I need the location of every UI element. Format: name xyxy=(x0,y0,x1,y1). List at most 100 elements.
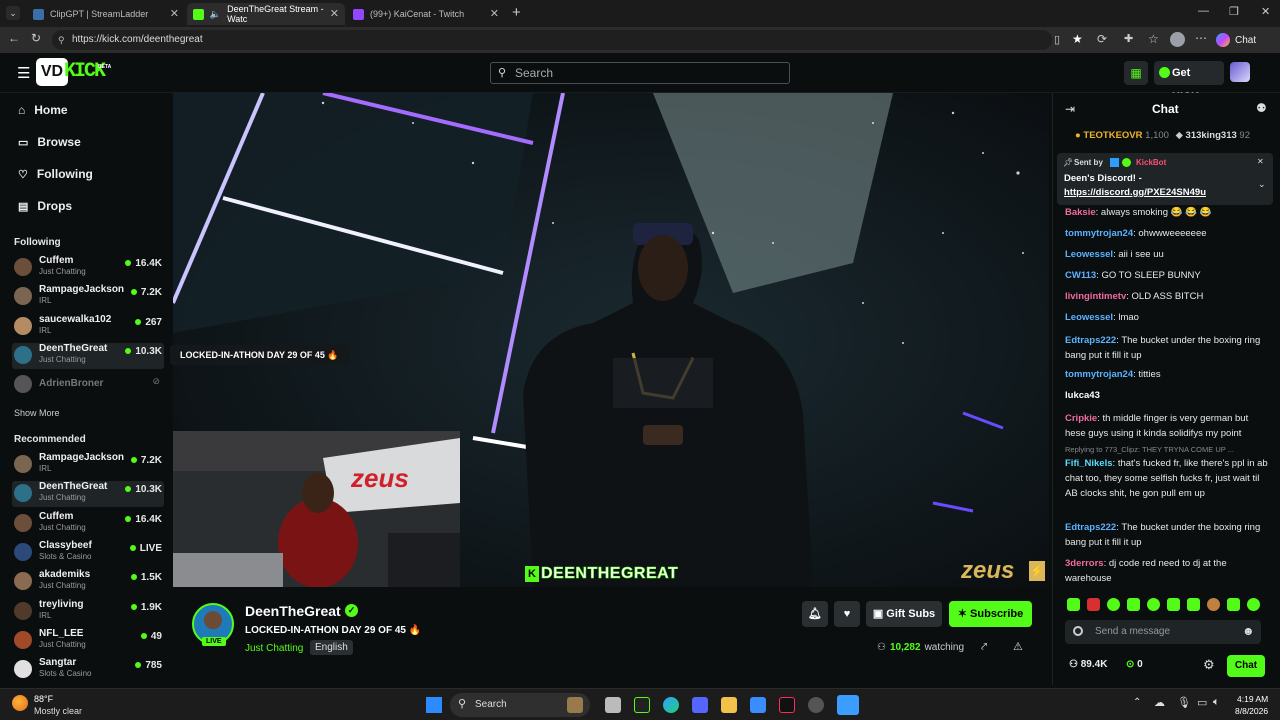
pinned-message[interactable]: 📌︎ Sent by KickBot ✕ Deen's Discord! - h… xyxy=(1057,153,1273,205)
chat-username[interactable]: lukca43 xyxy=(1065,390,1100,401)
clock-time[interactable]: 4:19 AM xyxy=(1237,694,1268,704)
emote-icon[interactable] xyxy=(1147,598,1160,611)
chat-message[interactable]: Cripkie: th middle finger is very german… xyxy=(1065,411,1270,441)
chat-message[interactable]: tommytrojan24: titties xyxy=(1065,367,1270,382)
tray-chevron-icon[interactable]: ⌃ xyxy=(1133,697,1141,708)
browser-tab-kick[interactable]: 🔈 DeenTheGreat Stream - Watc ✕ xyxy=(187,3,345,25)
chat-input[interactable]: Send a message ☻ xyxy=(1065,620,1261,644)
microphone-icon[interactable]: 🎙︎ xyxy=(1177,696,1191,709)
chat-message[interactable]: Leowessel: aii i see uu xyxy=(1065,247,1270,262)
chat-message[interactable]: lukca43 xyxy=(1065,388,1270,403)
favorite-star-icon[interactable]: ★ xyxy=(1072,32,1083,46)
reading-mode-icon[interactable]: ▯ xyxy=(1054,33,1060,46)
app-icon[interactable] xyxy=(808,697,824,713)
chat-username[interactable]: CW113 xyxy=(1065,270,1096,281)
browser-tab-streamladder[interactable]: ClipGPT | StreamLadder ✕ xyxy=(27,3,185,25)
sidebar-channel[interactable]: saucewalka102 IRL 267 xyxy=(12,314,164,340)
sidebar-channel[interactable]: Cuffem Just Chatting 16.4K xyxy=(12,511,164,537)
store-icon[interactable] xyxy=(750,697,766,713)
close-tab-icon[interactable]: ✕ xyxy=(330,7,339,20)
category-link[interactable]: Just Chatting xyxy=(245,643,303,654)
emote-icon[interactable] xyxy=(1187,598,1200,611)
more-menu-icon[interactable]: ⋯ xyxy=(1195,31,1207,45)
windows-start-icon[interactable] xyxy=(426,697,442,713)
nav-home[interactable]: ⌂ Home xyxy=(18,103,68,117)
subscribe-button[interactable]: ✶ Subscribe xyxy=(949,601,1032,627)
taskbar-search[interactable]: ⚲ Search xyxy=(450,693,590,717)
app-icon[interactable] xyxy=(634,697,650,713)
puzzle-icon[interactable]: ✚ xyxy=(1124,32,1133,45)
sidebar-channel[interactable]: Sangtar Slots & Casino 785 xyxy=(12,657,164,683)
site-info-icon[interactable]: ⚲ xyxy=(58,30,65,50)
chat-username[interactable]: livingintimetv xyxy=(1065,291,1126,302)
close-tab-icon[interactable]: ✕ xyxy=(170,7,179,20)
notification-bell-button[interactable]: 🔔︎ xyxy=(802,601,828,627)
new-tab-icon[interactable]: + xyxy=(512,4,521,21)
streamer-name[interactable]: DeenTheGreat xyxy=(245,603,341,619)
emote-icon[interactable] xyxy=(1247,598,1260,611)
pinned-link[interactable]: https://discord.gg/PXE24SN49u xyxy=(1064,187,1206,198)
chat-username[interactable]: Leowessel xyxy=(1065,249,1113,260)
chat-username[interactable]: Edtraps222 xyxy=(1065,522,1116,533)
profile-avatar[interactable] xyxy=(1170,32,1185,47)
file-explorer-icon[interactable] xyxy=(721,697,737,713)
chat-settings-icon[interactable]: ⚙ xyxy=(1203,657,1215,673)
chat-username[interactable]: Fifi_Nikels xyxy=(1065,458,1113,469)
emote-icon[interactable] xyxy=(1167,598,1180,611)
user-avatar[interactable] xyxy=(1230,62,1250,82)
gift-subs-button[interactable]: ▣ Gift Subs xyxy=(866,601,942,627)
volume-icon[interactable]: 🔈︎ xyxy=(1213,696,1220,709)
language-tag[interactable]: English xyxy=(310,640,353,655)
chat-message[interactable]: Fifi_Nikels: that's fucked fr, like ther… xyxy=(1065,456,1270,501)
reload-icon[interactable]: ↻ xyxy=(31,31,41,45)
chat-message[interactable]: tommytrojan24: ohwwweeeeeee xyxy=(1065,226,1270,241)
sidebar-channel[interactable]: DeenTheGreat Just Chatting 10.3K xyxy=(12,481,164,508)
sidebar-channel[interactable]: AdrienBroner ⊘ xyxy=(12,372,164,398)
sidebar-channel[interactable]: DeenTheGreat Just Chatting 10.3K xyxy=(12,342,164,369)
follow-heart-button[interactable]: ♥ xyxy=(834,601,860,627)
tab-list-chevron-icon[interactable]: ⌄ xyxy=(6,6,20,20)
sidebar-channel[interactable]: Classybeef Slots & Casino LIVE xyxy=(12,540,164,566)
expand-pinned-icon[interactable]: ⌄ xyxy=(1258,179,1266,190)
close-tab-icon[interactable]: ✕ xyxy=(490,7,499,20)
edge-icon[interactable] xyxy=(663,697,679,713)
emote-icon[interactable] xyxy=(1067,598,1080,611)
chat-username[interactable]: tommytrojan24 xyxy=(1065,228,1133,239)
hamburger-menu-icon[interactable]: ☰ xyxy=(17,64,30,82)
sidebar-channel[interactable]: RampageJackson IRL 7.2K xyxy=(12,452,164,478)
sidebar-channel[interactable]: RampageJackson IRL 7.2K xyxy=(12,284,164,310)
chat-username[interactable]: Baksie xyxy=(1065,207,1096,218)
chat-username[interactable]: 3derrors xyxy=(1065,558,1104,569)
get-kicks-button[interactable]: Get KICKs xyxy=(1154,61,1224,103)
show-more-link[interactable]: Show More xyxy=(14,408,60,418)
sidebar-channel[interactable]: NFL_LEE Just Chatting 49 xyxy=(12,628,164,654)
sidebar-channel[interactable]: akademiks Just Chatting 1.5K xyxy=(12,569,164,595)
emoji-icon[interactable]: ☻ xyxy=(1242,624,1255,638)
minimize-icon[interactable]: — xyxy=(1198,5,1209,17)
emote-icon[interactable] xyxy=(1107,598,1120,611)
report-icon[interactable]: ⚠ xyxy=(1013,640,1023,653)
chat-message[interactable]: 3derrors: dj code red need to dj at the … xyxy=(1065,556,1270,586)
browser-tab-twitch[interactable]: (99+) KaiCenat - Twitch ✕ xyxy=(347,3,505,25)
video-player[interactable]: zeus K DEENTHEGREAT zeus ⚡ xyxy=(173,93,1049,587)
chat-username[interactable]: Leowessel xyxy=(1065,312,1113,323)
tiktok-icon[interactable] xyxy=(779,697,795,713)
sidebar-channel[interactable]: treyliving IRL 1.9K xyxy=(12,599,164,625)
emote-icon[interactable] xyxy=(1087,598,1100,611)
back-icon[interactable]: ← xyxy=(8,31,20,45)
weather-icon[interactable] xyxy=(12,695,28,711)
sidebar-channel[interactable]: Cuffem Just Chatting 16.4K xyxy=(12,255,164,281)
restore-icon[interactable]: ❐ xyxy=(1229,5,1239,18)
photos-icon[interactable] xyxy=(837,695,859,715)
chat-username[interactable]: tommytrojan24 xyxy=(1065,369,1133,380)
emote-icon[interactable] xyxy=(1127,598,1140,611)
collapse-chat-icon[interactable]: ⇥ xyxy=(1065,102,1075,116)
favorites-icon[interactable]: ☆ xyxy=(1148,32,1159,46)
chat-username[interactable]: Cripkie xyxy=(1065,413,1097,424)
chat-username[interactable]: Edtraps222 xyxy=(1065,335,1116,346)
chat-message[interactable]: Baksie: always smoking 😂 😂 😂 xyxy=(1065,205,1270,220)
emote-icon[interactable] xyxy=(1207,598,1220,611)
chat-message[interactable]: livingintimetv: OLD ASS BITCH xyxy=(1065,289,1270,304)
extension-icon[interactable]: ⟳ xyxy=(1097,32,1107,46)
clock-date[interactable]: 8/8/2026 xyxy=(1235,706,1268,716)
